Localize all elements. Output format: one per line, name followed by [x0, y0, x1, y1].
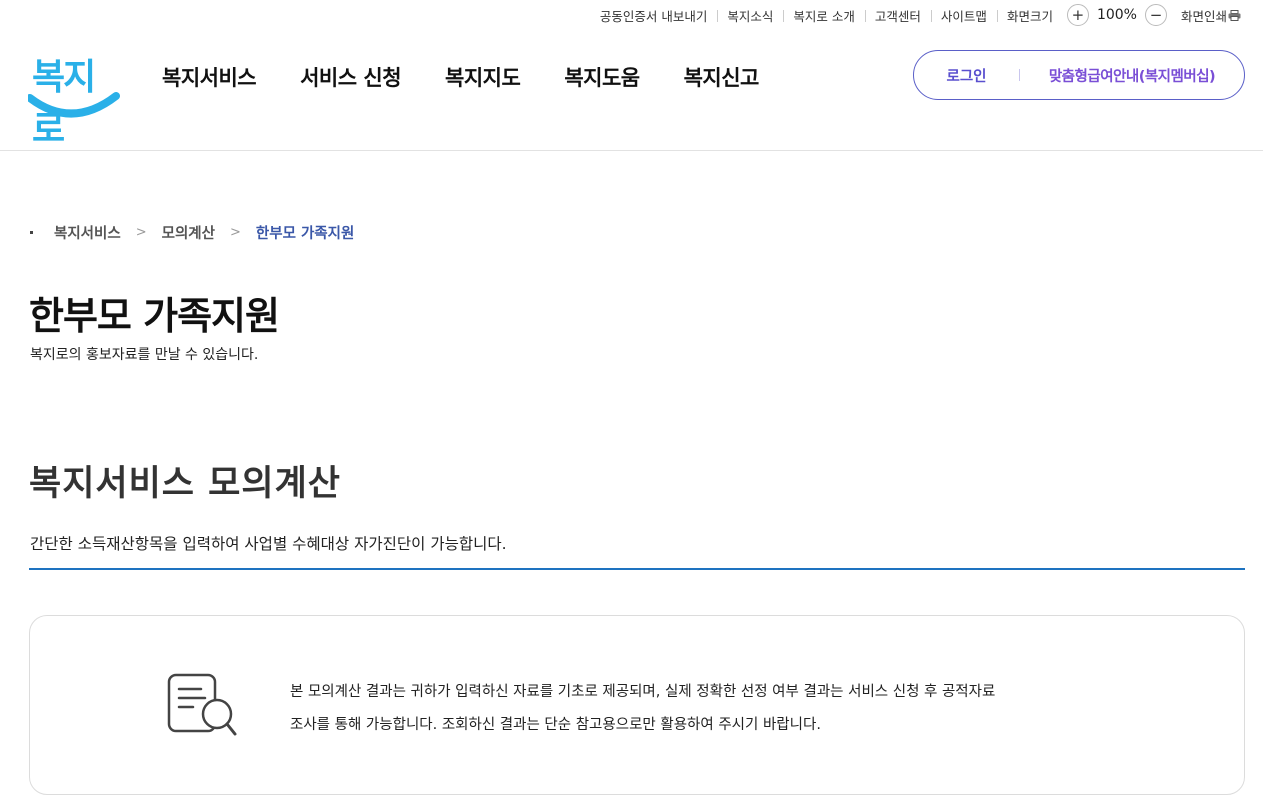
- customer-center-link[interactable]: 고객센터: [864, 6, 931, 25]
- nav-welfare-help[interactable]: 복지도움: [564, 62, 640, 92]
- breadcrumb-bullet-icon: [30, 231, 33, 234]
- printer-icon: [1228, 9, 1241, 21]
- cert-export-link[interactable]: 공동인증서 내보내기: [590, 6, 717, 25]
- section-description: 간단한 소득재산항목을 입력하여 사업별 수혜대상 자가진단이 가능합니다.: [30, 535, 507, 553]
- breadcrumb-item-welfare-services[interactable]: 복지서비스: [54, 222, 121, 243]
- document-search-icon: [167, 672, 239, 738]
- nav-welfare-report[interactable]: 복지신고: [684, 62, 760, 92]
- zoom-in-button[interactable]: +: [1066, 4, 1089, 26]
- notice-line: 본 모의계산 결과는 귀하가 입력하신 자료를 기초로 제공되며, 실제 정확한…: [290, 684, 996, 700]
- section-title: 복지서비스 모의계산: [29, 464, 341, 504]
- notice-text: 본 모의계산 결과는 귀하가 입력하신 자료를 기초로 제공되며, 실제 정확한…: [290, 676, 995, 742]
- member-box: 로그인 맞춤형급여안내(복지멤버십): [913, 50, 1245, 100]
- nav-welfare-services[interactable]: 복지서비스: [162, 62, 257, 92]
- nav-service-apply[interactable]: 서비스 신청: [300, 62, 401, 92]
- zoom-control: + 100% −: [1066, 4, 1167, 26]
- screen-size-label: 화면크기: [996, 6, 1063, 25]
- welfare-news-link[interactable]: 복지소식: [717, 6, 783, 25]
- login-button[interactable]: 로그인: [914, 65, 1019, 86]
- page-title: 한부모 가족지원: [29, 294, 280, 338]
- utility-bar: 공동인증서 내보내기 복지소식 복지로 소개 고객센터 사이트맵 화면크기 + …: [590, 4, 1241, 26]
- section-divider: [29, 568, 1245, 570]
- notice-box: 본 모의계산 결과는 귀하가 입력하신 자료를 기초로 제공되며, 실제 정확한…: [29, 615, 1245, 795]
- print-button[interactable]: 화면인쇄: [1181, 6, 1241, 25]
- notice-line: 조사를 통해 가능합니다. 조회하신 결과는 단순 참고용으로만 활용하여 주시…: [290, 717, 821, 733]
- breadcrumb-item-simulation[interactable]: 모의계산: [162, 222, 215, 243]
- chevron-right-icon: >: [229, 225, 241, 240]
- logo-smile-icon: [28, 92, 120, 118]
- membership-button[interactable]: 맞춤형급여안내(복지멤버십): [1020, 65, 1244, 86]
- chevron-right-icon: >: [135, 225, 147, 240]
- zoom-value: 100%: [1096, 7, 1137, 23]
- print-label: 화면인쇄: [1180, 8, 1227, 24]
- site-logo[interactable]: 복지로: [28, 48, 120, 150]
- nav-welfare-map[interactable]: 복지지도: [445, 62, 521, 92]
- page-description: 복지로의 홍보자료를 만날 수 있습니다.: [30, 347, 259, 363]
- header-divider: [0, 150, 1263, 151]
- sitemap-link[interactable]: 사이트맵: [930, 6, 997, 25]
- breadcrumb: 복지서비스 > 모의계산 > 한부모 가족지원: [30, 222, 354, 243]
- zoom-out-button[interactable]: −: [1144, 4, 1167, 26]
- about-link[interactable]: 복지로 소개: [783, 6, 864, 25]
- main-nav: 복지서비스 서비스 신청 복지지도 복지도움 복지신고: [162, 62, 803, 92]
- breadcrumb-item-current: 한부모 가족지원: [255, 226, 355, 242]
